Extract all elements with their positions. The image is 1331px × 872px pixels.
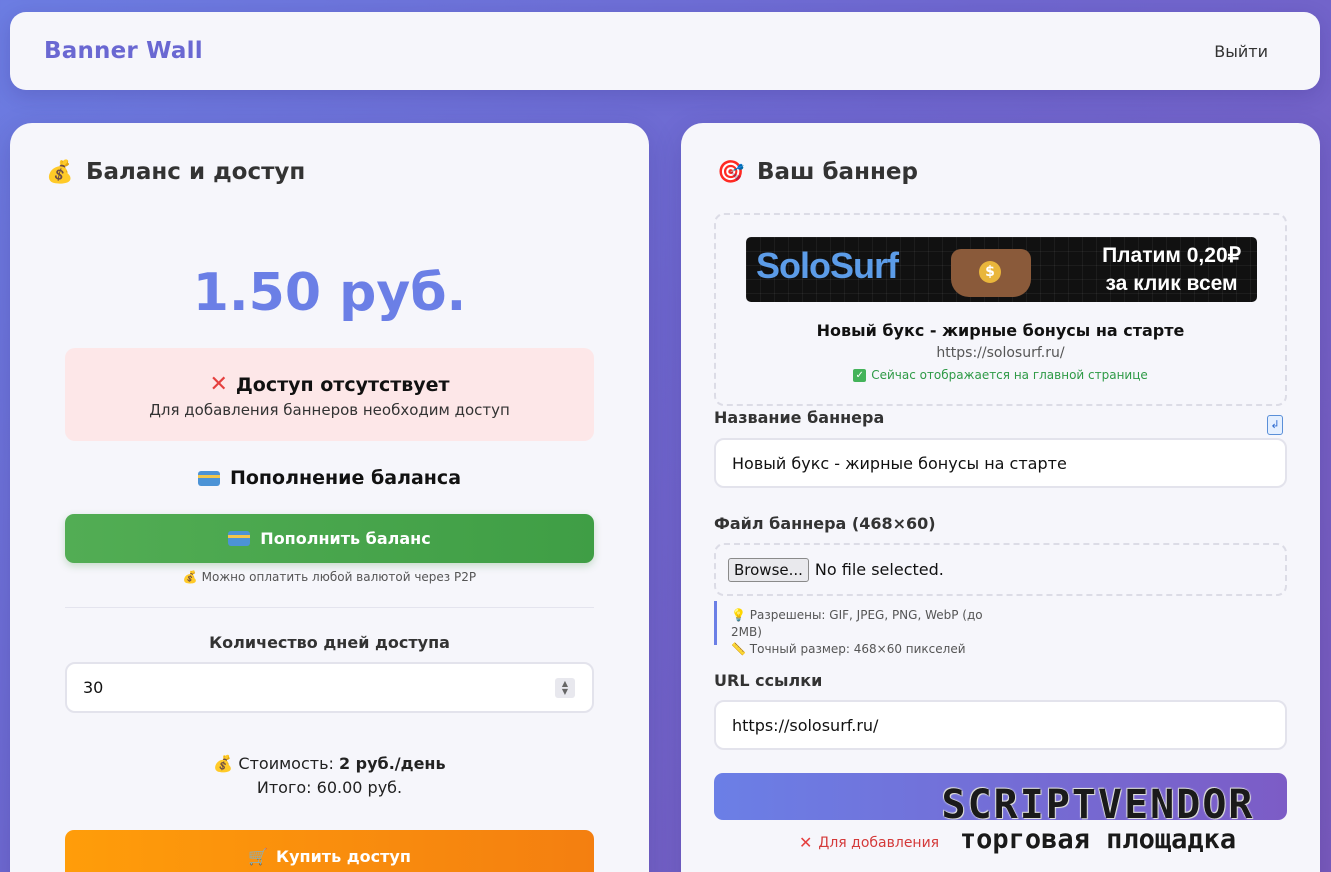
banner-name-value: Новый букс - жирные бонусы на старте [732,453,1067,473]
balance-amount: 1.50 руб. [192,263,467,323]
total-line: Итого: 60.00 руб. [256,778,403,797]
no-access-note-text: Для добавления [818,834,940,851]
file-status: No file selected. [814,560,944,579]
topup-section-title: Пополнение баланса [10,467,649,489]
no-access-note: ✕ Для добавления [681,833,1320,852]
hint-allowed: 💡 Разрешены: GIF, JPEG, PNG, WebP (до 2M… [731,607,1014,641]
banner-file-label: Файл баннера (468×60) [714,514,936,533]
money-bag-icon: 💰 [213,754,234,773]
hint-size-text: Точный размер: 468×60 пикселей [749,642,966,656]
topup-section-title-text: Пополнение баланса [229,467,462,489]
logout-link[interactable]: Выйти [1214,42,1268,61]
number-stepper[interactable]: ▲ ▼ [555,678,575,698]
file-hint: 💡 Разрешены: GIF, JPEG, PNG, WebP (до 2M… [714,601,1014,656]
money-bag-icon: 💰 [46,159,74,185]
banner-card-title-text: Ваш баннер [757,159,918,185]
banner-slogan-line2: за клик всем [1105,272,1238,295]
divider [65,607,594,608]
access-status-box: ✕ Доступ отсутствует Для добавления банн… [65,348,594,441]
credit-card-icon [197,470,220,486]
preview-status: ✓ Сейчас отображается на главной страниц… [716,368,1285,382]
topup-button-label: Пополнить баланс [260,529,431,548]
preview-url: https://solosurf.ru/ [936,345,1065,361]
banner-logo: SoloSurf [756,245,899,287]
add-banner-button[interactable] [714,773,1287,820]
cost-line: 💰 Стоимость: 2 руб./день [10,754,649,773]
browse-button[interactable]: Browse... [728,557,809,582]
balance-card-title: 💰 Баланс и доступ [46,159,305,185]
days-input-value: 30 [83,678,104,697]
access-status-text: Доступ отсутствует [235,373,450,396]
ruler-icon: 📏 [731,642,746,656]
buy-access-button[interactable]: 🛒 Купить доступ [65,830,594,872]
cart-icon: 🛒 [248,846,269,866]
hint-size: 📏 Точный размер: 468×60 пикселей [731,641,1014,658]
url-value: https://solosurf.ru/ [732,715,879,735]
days-input[interactable]: 30 ▲ ▼ [65,662,594,713]
days-label: Количество дней доступа [209,633,450,652]
check-icon: ✓ [853,368,867,382]
banner-logo-surf: Surf [830,245,899,286]
balance-card-title-text: Баланс и доступ [86,159,306,185]
cross-icon: ✕ [799,833,813,852]
preview-title: Новый букс - жирные бонусы на старте [816,321,1185,340]
wallet-icon [951,249,1031,297]
topup-button[interactable]: Пополнить баланс [65,514,594,563]
brand-logo[interactable]: Banner Wall [44,38,203,64]
banner-slogan-line1: Платим 0,20₽ [1102,244,1241,267]
money-bag-icon: 💰 [182,570,198,584]
p2p-note-text: Можно оплатить любой валютой через P2P [201,570,477,584]
access-status-subtitle: Для добавления баннеров необходим доступ [149,401,510,419]
cost-value: 2 руб./день [338,754,446,773]
balance-card: 💰 Баланс и доступ 1.50 руб. ✕ Доступ отс… [10,123,649,872]
url-input[interactable]: https://solosurf.ru/ [714,700,1287,750]
chevron-down-icon[interactable]: ▼ [562,688,568,696]
cross-icon: ✕ [209,372,228,397]
translate-icon[interactable]: ↲ [1267,415,1283,435]
p2p-note: 💰 Можно оплатить любой валютой через P2P [10,570,649,584]
target-icon: 🎯 [717,159,745,185]
preview-status-text: Сейчас отображается на главной странице [871,368,1148,382]
banner-image[interactable]: SoloSurf Платим 0,20₽ за клик всем [746,237,1257,302]
banner-name-label: Название баннера [714,408,885,427]
cost-prefix: Стоимость: [238,754,339,773]
banner-logo-solo: Solo [756,245,831,286]
banner-card-title: 🎯 Ваш баннер [717,159,918,185]
buy-access-label: Купить доступ [276,846,411,866]
banner-slogan: Платим 0,20₽ за клик всем [1102,242,1241,298]
hint-allowed-text: Разрешены: GIF, JPEG, PNG, WebP (до 2MB) [731,608,983,639]
banner-name-input[interactable]: Новый букс - жирные бонусы на старте [714,438,1287,488]
banner-card: 🎯 Ваш баннер SoloSurf Платим 0,20₽ за кл… [681,123,1320,872]
top-header: Banner Wall Выйти [10,12,1320,90]
lightbulb-icon: 💡 [731,608,746,622]
banner-file-input[interactable]: Browse... No file selected. [714,543,1287,596]
url-label: URL ссылки [714,671,823,690]
credit-card-icon [228,531,251,546]
access-status-title: ✕ Доступ отсутствует [65,372,594,397]
banner-preview: SoloSurf Платим 0,20₽ за клик всем Новый… [714,213,1287,406]
